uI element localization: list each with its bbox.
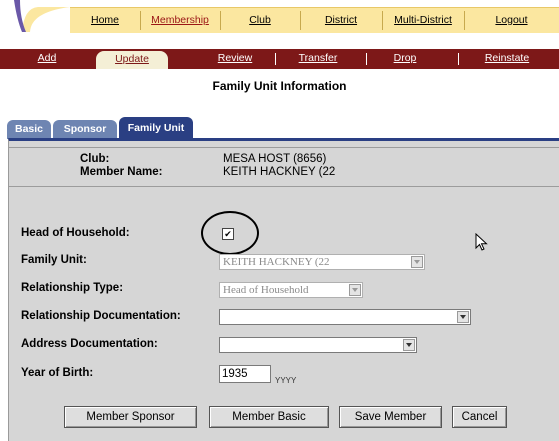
sub-navigation: Add Update Review Transfer Drop Reinstat… <box>0 49 559 69</box>
subnav-drop[interactable]: Drop <box>380 49 430 69</box>
chevron-down-icon <box>403 339 415 351</box>
annotation-circle <box>201 211 259 255</box>
year-of-birth-label: Year of Birth: <box>21 367 94 379</box>
address-documentation-select[interactable] <box>219 337 417 353</box>
nav-multi-district[interactable]: Multi-District <box>382 8 464 33</box>
tab-family-unit[interactable]: Family Unit <box>119 117 193 139</box>
family-unit-label: Family Unit: <box>21 254 87 266</box>
nav-logout[interactable]: Logout <box>464 8 559 33</box>
subnav-transfer[interactable]: Transfer <box>286 49 350 69</box>
relationship-documentation-select[interactable] <box>219 309 471 325</box>
relationship-type-select[interactable]: Head of Household <box>219 282 363 298</box>
mouse-pointer-icon <box>475 233 488 251</box>
nav-district[interactable]: District <box>300 8 382 33</box>
subnav-update[interactable]: Update <box>96 51 168 69</box>
club-label: Club: <box>80 153 110 165</box>
cancel-button[interactable]: Cancel <box>452 406 507 428</box>
tab-sponsor[interactable]: Sponsor <box>53 120 117 139</box>
chevron-down-icon <box>349 284 361 296</box>
member-basic-button[interactable]: Member Basic <box>209 406 329 428</box>
relationship-type-label: Relationship Type: <box>21 282 124 294</box>
chevron-down-icon <box>457 311 469 323</box>
family-unit-value: KEITH HACKNEY (22 <box>223 256 330 268</box>
save-member-button[interactable]: Save Member <box>339 406 442 428</box>
nav-membership[interactable]: Membership <box>140 8 220 33</box>
page-title: Family Unit Information <box>212 79 347 93</box>
family-unit-panel: Club: MESA HOST (8656) Member Name: KEIT… <box>8 138 559 441</box>
club-value: MESA HOST (8656) <box>223 153 327 165</box>
subnav-reinstate[interactable]: Reinstate <box>470 49 544 69</box>
nav-club[interactable]: Club <box>220 8 300 33</box>
member-name-label: Member Name: <box>80 166 163 178</box>
address-documentation-label: Address Documentation: <box>21 338 158 350</box>
member-info: Club: MESA HOST (8656) Member Name: KEIT… <box>9 141 559 185</box>
relationship-documentation-label: Relationship Documentation: <box>21 310 181 322</box>
chevron-down-icon <box>411 256 423 268</box>
family-unit-select[interactable]: KEITH HACKNEY (22 <box>219 254 425 270</box>
top-navigation: Home Membership Club District Multi-Dist… <box>0 0 559 33</box>
top-nav-bar: Home Membership Club District Multi-Dist… <box>70 7 559 33</box>
nav-home[interactable]: Home <box>70 8 140 33</box>
subnav-add[interactable]: Add <box>25 49 69 69</box>
member-name-value: KEITH HACKNEY (22 <box>223 166 336 178</box>
tab-basic[interactable]: Basic <box>7 120 51 139</box>
year-of-birth-input[interactable]: 1935 <box>219 365 271 383</box>
subnav-review[interactable]: Review <box>205 49 265 69</box>
relationship-type-value: Head of Household <box>223 284 309 296</box>
year-format-hint: YYYY <box>275 376 297 385</box>
logo-swoosh-icon <box>0 0 70 32</box>
head-of-household-label: Head of Household: <box>21 227 130 239</box>
member-sponsor-button[interactable]: Member Sponsor <box>64 406 197 428</box>
